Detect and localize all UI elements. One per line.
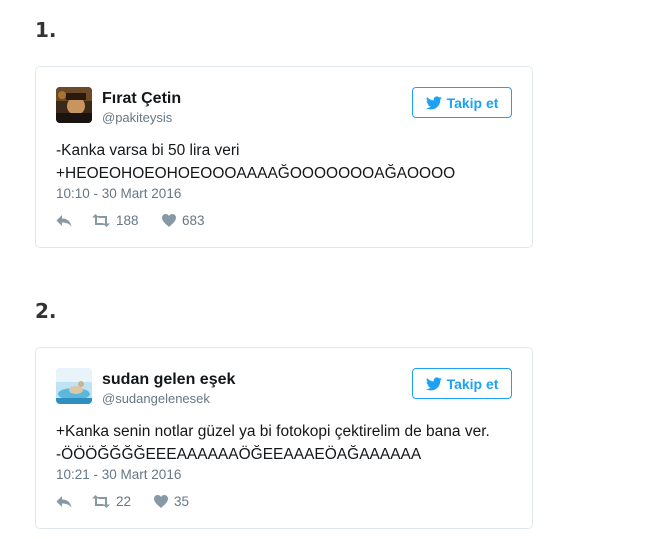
heart-icon xyxy=(162,214,176,227)
author-name[interactable]: Fırat Çetin xyxy=(102,90,181,108)
list-number: 2. xyxy=(35,299,57,323)
tweet-card: Fırat Çetin @pakiteysis Takip et -Kanka … xyxy=(35,66,533,248)
tweet-line: -ÖÖÖĞĞĞĞEEEAAAAAAÖĞEEAAAEÖAĞAAAAAA xyxy=(56,446,422,463)
retweet-icon xyxy=(92,495,110,508)
reply-icon xyxy=(56,215,72,227)
avatar[interactable] xyxy=(56,87,92,123)
tweet-text: +Kanka senin notlar güzel ya bi fotokopi… xyxy=(56,420,490,466)
tweet-card: sudan gelen eşek @sudangelenesek Takip e… xyxy=(35,347,533,529)
tweet-date[interactable]: 10:21 - 30 Mart 2016 xyxy=(56,467,181,482)
twitter-bird-icon xyxy=(425,95,442,109)
like-button[interactable]: 35 xyxy=(154,494,189,509)
reply-icon xyxy=(56,496,72,508)
author-name[interactable]: sudan gelen eşek xyxy=(102,371,235,389)
tweet-date[interactable]: 10:10 - 30 Mart 2016 xyxy=(56,186,181,201)
tweet-line: +Kanka senin notlar güzel ya bi fotokopi… xyxy=(56,423,490,440)
retweet-button[interactable]: 188 xyxy=(92,213,162,228)
reply-button[interactable] xyxy=(56,214,92,227)
follow-button[interactable]: Takip et xyxy=(412,368,512,399)
like-count: 35 xyxy=(174,494,190,509)
tweet-line: -Kanka varsa bi 50 lira veri xyxy=(56,142,240,159)
heart-icon xyxy=(154,495,168,508)
follow-label: Takip et xyxy=(446,375,499,392)
twitter-bird-icon xyxy=(425,376,442,390)
avatar[interactable] xyxy=(56,368,92,404)
retweet-icon xyxy=(92,214,110,227)
retweet-count: 22 xyxy=(116,494,132,509)
tweet-text: -Kanka varsa bi 50 lira veri +HEOEOHOEOH… xyxy=(56,139,455,185)
like-button[interactable]: 683 xyxy=(162,213,205,228)
follow-button[interactable]: Takip et xyxy=(412,87,512,118)
tweet-actions: 22 35 xyxy=(56,494,189,509)
tweet-actions: 188 683 xyxy=(56,213,205,228)
follow-label: Takip et xyxy=(446,94,499,111)
tweet-line: +HEOEOHOEOHOEOOOAAAAĞOOOOOOOAĞAOOOO xyxy=(56,165,456,182)
retweet-count: 188 xyxy=(116,213,139,228)
author-handle[interactable]: @pakiteysis xyxy=(102,110,172,125)
author-handle[interactable]: @sudangelenesek xyxy=(102,391,210,406)
like-count: 683 xyxy=(182,213,205,228)
list-number: 1. xyxy=(35,18,57,42)
reply-button[interactable] xyxy=(56,495,92,508)
retweet-button[interactable]: 22 xyxy=(92,494,154,509)
